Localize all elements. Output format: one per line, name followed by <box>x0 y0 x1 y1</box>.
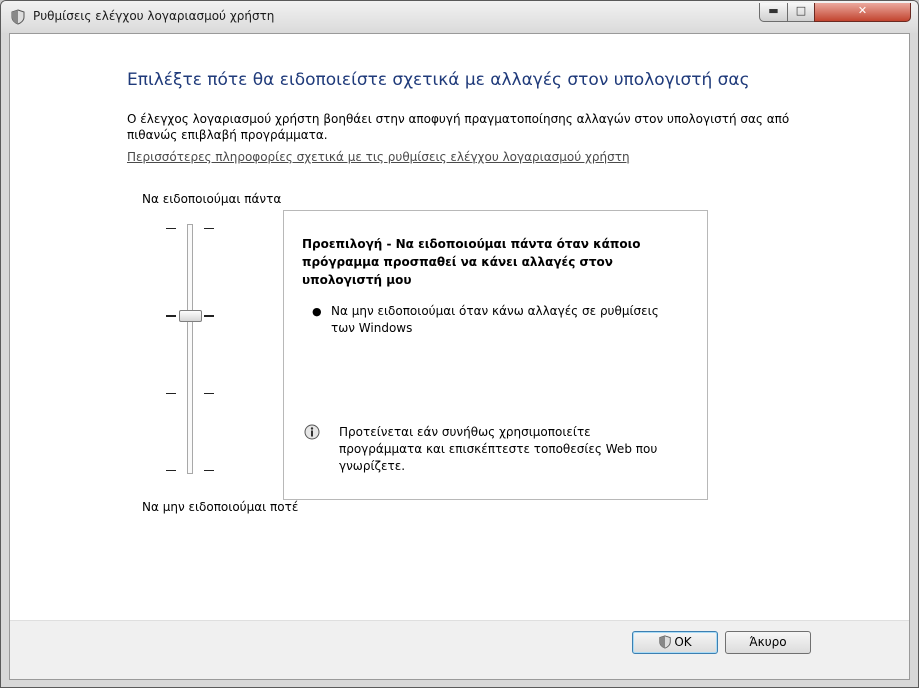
slider-tick <box>204 393 214 394</box>
help-link[interactable]: Περισσότερες πληροφορίες σχετικά με τις … <box>127 150 630 164</box>
maximize-button[interactable]: □ <box>787 3 815 22</box>
minimize-button[interactable]: ▬ <box>759 3 788 22</box>
slider-thumb[interactable] <box>179 310 202 322</box>
dialog-content: Επιλέξτε πότε θα ειδοποιείστε σχετικά με… <box>9 33 910 680</box>
slider-tick <box>204 470 214 471</box>
bullet-icon: ● <box>312 305 322 318</box>
button-bar: OK Άκυρο <box>10 621 909 679</box>
cancel-button-label: Άκυρο <box>749 635 787 649</box>
description-text: Ο έλεγχος λογαριασμού χρήστη βοηθάει στη… <box>127 112 790 142</box>
recommendation-text: Προτείνεται εάν συνήθως χρησιμοποιείτε π… <box>339 425 658 473</box>
level-bullet: Να μην ειδοποιούμαι όταν κάνω αλλαγές σε… <box>331 304 659 335</box>
slider-top-label: Να ειδοποιούμαι πάντα <box>142 192 282 206</box>
ok-button[interactable]: OK <box>632 631 718 654</box>
level-title: Προεπιλογή - Να ειδοποιούμαι πάντα όταν … <box>302 237 641 287</box>
slider-bottom-label: Να μην ειδοποιούμαι ποτέ <box>142 500 299 514</box>
slider-tick <box>166 315 176 317</box>
page-heading: Επιλέξτε πότε θα ειδοποιείστε σχετικά με… <box>127 70 750 90</box>
slider-track[interactable] <box>187 224 193 474</box>
cancel-button[interactable]: Άκυρο <box>725 631 811 654</box>
shield-icon <box>11 9 25 25</box>
info-icon <box>304 424 320 440</box>
slider-tick <box>204 228 214 229</box>
maximize-icon: □ <box>795 4 807 17</box>
slider-tick <box>166 393 176 394</box>
level-description-panel: Προεπιλογή - Να ειδοποιούμαι πάντα όταν … <box>283 210 708 500</box>
ok-button-label: OK <box>674 635 692 649</box>
window-title: Ρυθμίσεις ελέγχου λογαριασμού χρήστη <box>33 9 275 23</box>
slider-tick <box>166 228 176 229</box>
close-icon: ✕ <box>857 4 868 17</box>
minimize-icon: ▬ <box>768 4 779 17</box>
slider-tick <box>204 315 214 317</box>
slider-tick <box>166 470 176 471</box>
shield-icon <box>659 635 672 649</box>
notification-level-slider[interactable] <box>160 224 220 476</box>
title-bar[interactable]: Ρυθμίσεις ελέγχου λογαριασμού χρήστη ▬ □… <box>1 1 918 33</box>
close-button[interactable]: ✕ <box>814 3 911 22</box>
uac-settings-window: Ρυθμίσεις ελέγχου λογαριασμού χρήστη ▬ □… <box>0 0 919 688</box>
